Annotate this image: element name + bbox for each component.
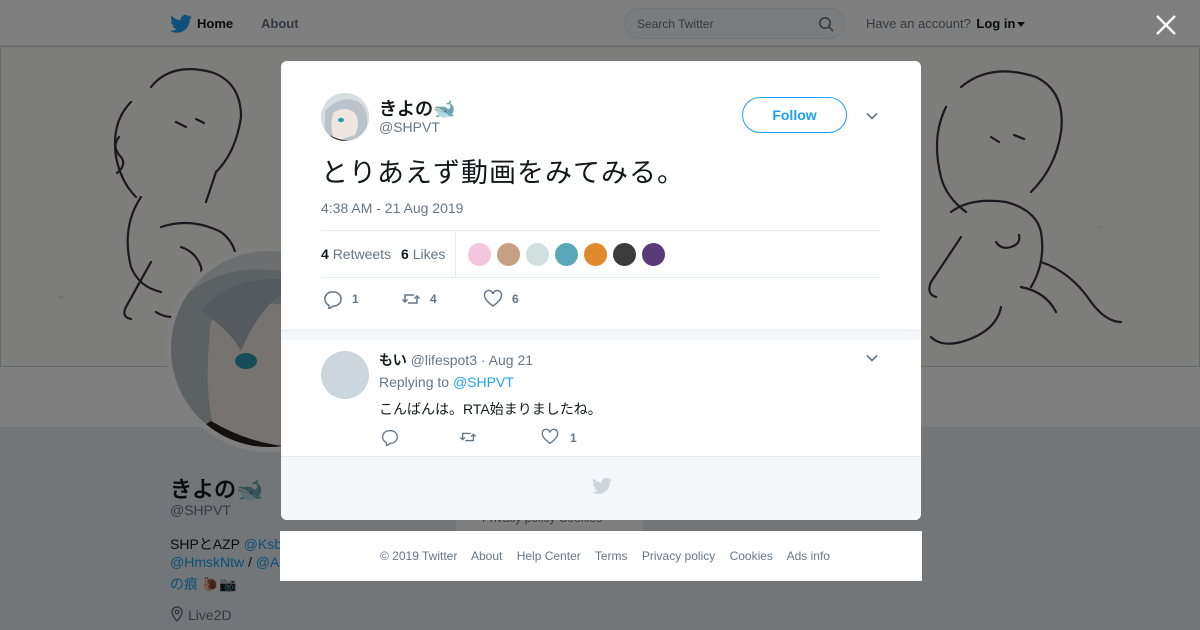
footer-help-link[interactable]: Help Center bbox=[517, 549, 581, 563]
tweet-actions: 1 4 6 bbox=[321, 289, 881, 309]
modal-divider bbox=[281, 330, 921, 340]
tweet-text: とりあえず動画をみてみる。 bbox=[321, 158, 685, 188]
like-count: 6 bbox=[512, 292, 519, 306]
footer-privacy-link[interactable]: Privacy policy bbox=[642, 549, 715, 563]
retweet-icon bbox=[459, 432, 477, 442]
footer-terms-link[interactable]: Terms bbox=[595, 549, 628, 563]
reply-actions: 1 bbox=[379, 428, 679, 446]
reply-date[interactable]: · Aug 21 bbox=[481, 352, 533, 368]
footer-cookies-link[interactable]: Cookies bbox=[730, 549, 773, 563]
reply-like-count: 1 bbox=[570, 431, 577, 445]
reply-author-name[interactable]: もい bbox=[379, 352, 407, 368]
liker-avatar[interactable] bbox=[467, 242, 492, 267]
liker-avatar[interactable] bbox=[612, 242, 637, 267]
replying-to: Replying to @SHPVT bbox=[379, 374, 514, 390]
retweets-count: 4 bbox=[321, 246, 329, 262]
retweet-count: 4 bbox=[430, 292, 437, 306]
retweet-icon bbox=[401, 294, 421, 304]
modal-footer bbox=[281, 456, 921, 520]
reply-icon bbox=[381, 430, 398, 446]
stats-divider bbox=[455, 231, 456, 278]
chevron-down-icon[interactable] bbox=[865, 109, 879, 123]
liker-avatar[interactable] bbox=[496, 242, 521, 267]
liker-avatar[interactable] bbox=[583, 242, 608, 267]
footer-about-link[interactable]: About bbox=[471, 549, 502, 563]
page-footer: © 2019 Twitter About Help Center Terms P… bbox=[280, 531, 922, 581]
tweet-author-name[interactable]: きよの🐋 bbox=[379, 95, 455, 121]
footer-copyright: © 2019 Twitter bbox=[380, 549, 458, 563]
tweet-modal: きよの🐋 @SHPVT Follow とりあえず動画をみてみる。 4:38 AM… bbox=[281, 61, 921, 520]
tweet-author-handle[interactable]: @SHPVT bbox=[379, 119, 440, 135]
tweet-stats: 4 Retweets 6 Likes bbox=[321, 230, 881, 278]
reply-author-handle[interactable]: @lifespot3 bbox=[411, 352, 477, 368]
replying-to-link[interactable]: @SHPVT bbox=[453, 374, 514, 390]
likes-label: Likes bbox=[412, 246, 446, 262]
likes-count: 6 bbox=[401, 246, 409, 262]
tweet-author-avatar[interactable] bbox=[321, 93, 369, 141]
tweet-timestamp[interactable]: 4:38 AM - 21 Aug 2019 bbox=[321, 200, 463, 216]
reply-text: こんばんは。RTA始まりましたね。 bbox=[379, 401, 602, 417]
heart-icon bbox=[483, 289, 503, 307]
liker-avatar[interactable] bbox=[525, 242, 550, 267]
avatar-image bbox=[321, 93, 369, 141]
retweets-stat[interactable]: 4 Retweets bbox=[321, 246, 391, 262]
close-icon[interactable] bbox=[1153, 12, 1179, 38]
footer-ads-link[interactable]: Ads info bbox=[787, 549, 830, 563]
liker-avatar[interactable] bbox=[641, 242, 666, 267]
liker-avatar[interactable] bbox=[554, 242, 579, 267]
reply-count: 1 bbox=[352, 292, 359, 306]
reply-icon bbox=[324, 291, 342, 309]
likes-stat[interactable]: 6 Likes bbox=[401, 246, 445, 262]
retweets-label: Retweets bbox=[332, 246, 392, 262]
chevron-down-icon[interactable] bbox=[865, 351, 879, 365]
reply-header: もい @lifespot3 · Aug 21 bbox=[379, 350, 533, 370]
heart-icon bbox=[541, 428, 559, 445]
footer-links: © 2019 Twitter About Help Center Terms P… bbox=[380, 549, 841, 563]
reply-author-avatar[interactable] bbox=[321, 351, 369, 399]
replying-label: Replying to bbox=[379, 374, 450, 390]
follow-button[interactable]: Follow bbox=[742, 97, 847, 133]
twitter-bird-icon bbox=[592, 477, 612, 494]
